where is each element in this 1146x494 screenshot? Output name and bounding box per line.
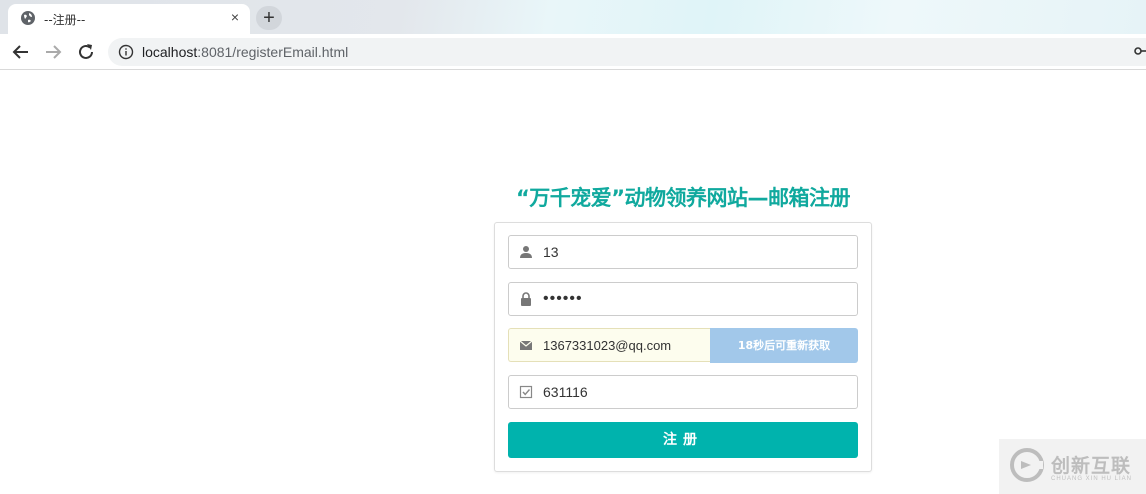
address-bar[interactable]: localhost:8081/registerEmail.html xyxy=(108,38,1146,66)
globe-icon xyxy=(21,11,35,25)
watermark-brand: 创新互联 xyxy=(1051,455,1132,477)
username-input[interactable] xyxy=(543,236,843,268)
brand-logo-icon xyxy=(1010,448,1044,482)
tab-title: --注册-- xyxy=(44,13,86,27)
password-field[interactable] xyxy=(508,282,858,316)
verification-code-field[interactable] xyxy=(508,375,858,409)
email-field[interactable] xyxy=(508,328,711,362)
browser-tabstrip: --注册-- × + xyxy=(0,0,1146,34)
forward-arrow-icon[interactable] xyxy=(42,41,64,63)
envelope-icon xyxy=(519,340,533,350)
verification-code-input[interactable] xyxy=(543,376,843,408)
back-arrow-icon[interactable] xyxy=(10,41,32,63)
watermark: 创新互联 CHUANG XIN HU LIAN xyxy=(999,439,1146,494)
tab-close-icon[interactable]: × xyxy=(226,8,244,26)
register-form-panel: 18秒后可重新获取 注册 xyxy=(494,222,872,472)
send-code-button[interactable]: 18秒后可重新获取 xyxy=(710,328,858,363)
page-title: “万千宠爱”动物领养网站—邮箱注册 xyxy=(515,186,851,210)
register-submit-button[interactable]: 注册 xyxy=(508,422,858,458)
username-field[interactable] xyxy=(508,235,858,269)
email-input[interactable] xyxy=(543,329,703,361)
lock-icon xyxy=(521,292,531,306)
password-input[interactable] xyxy=(543,283,843,315)
user-icon xyxy=(520,246,532,258)
url-text[interactable]: localhost:8081/registerEmail.html xyxy=(142,44,348,60)
new-tab-button[interactable]: + xyxy=(256,6,282,30)
browser-tab[interactable]: --注册-- × xyxy=(8,4,250,34)
browser-toolbar: localhost:8081/registerEmail.html xyxy=(0,34,1146,70)
watermark-subtitle: CHUANG XIN HU LIAN xyxy=(1051,476,1133,482)
info-icon[interactable] xyxy=(118,44,134,60)
checkbox-check-icon xyxy=(519,385,533,399)
key-icon[interactable] xyxy=(1134,44,1146,58)
reload-icon[interactable] xyxy=(75,41,97,63)
